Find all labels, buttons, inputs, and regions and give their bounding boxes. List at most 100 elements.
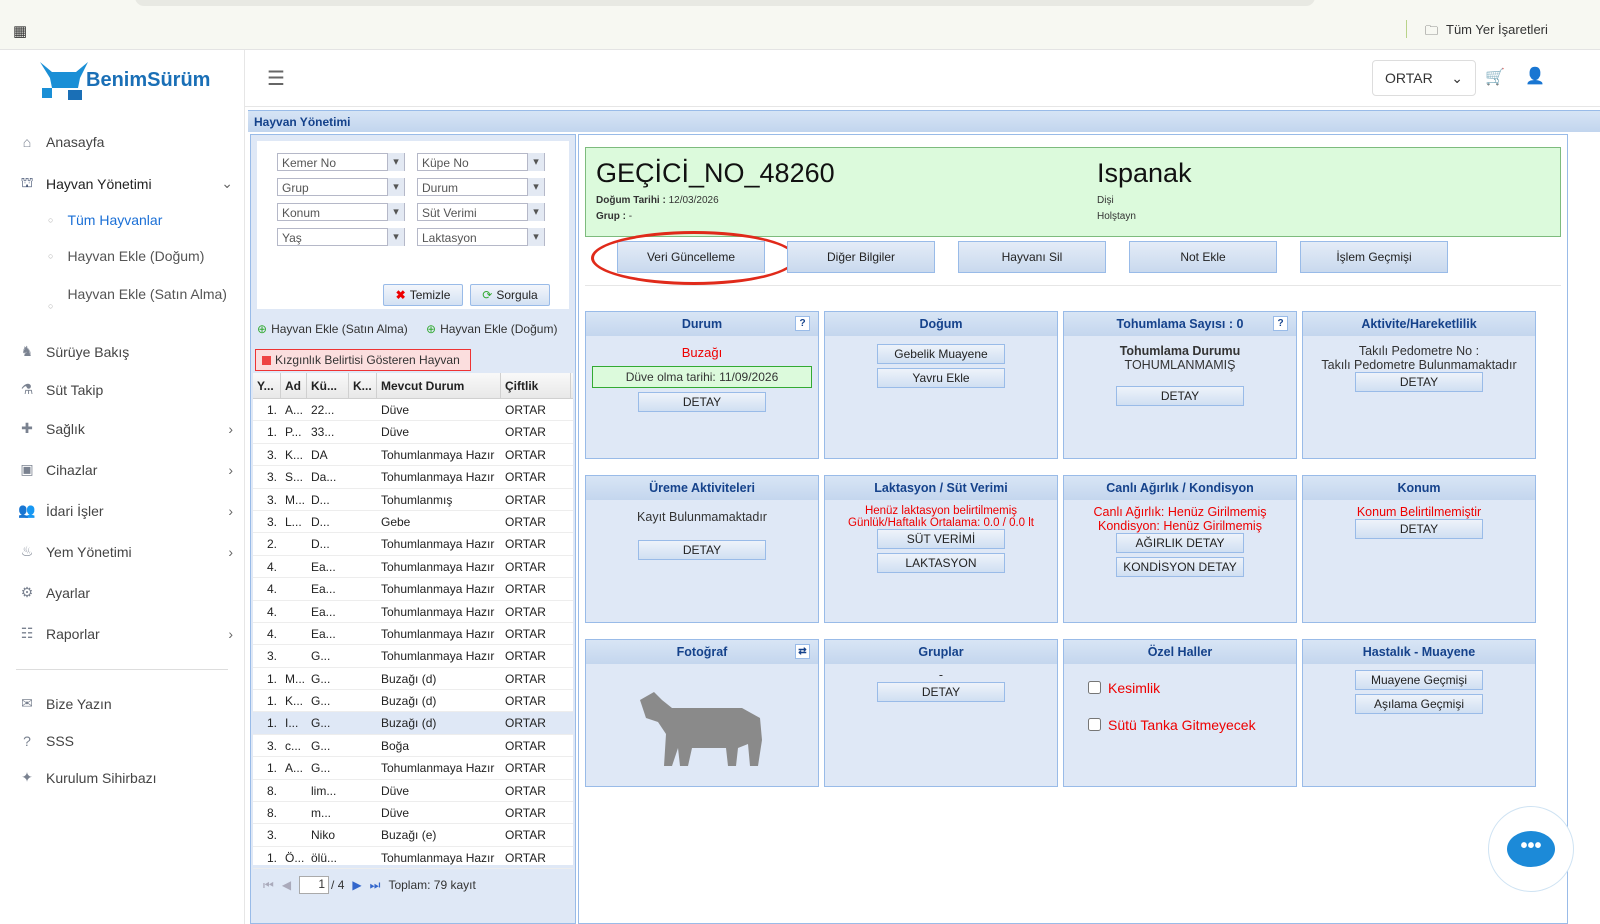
- prev-page-icon[interactable]: ◀: [282, 878, 291, 892]
- sut-verimi-button[interactable]: SÜT VERİMİ: [877, 529, 1005, 549]
- laktasyon-select[interactable]: Laktasyon: [417, 228, 545, 246]
- table-row[interactable]: 3. Niko Buzağı (e) ORTAR: [253, 824, 573, 847]
- yas-select[interactable]: Yaş: [277, 228, 405, 246]
- cart-icon[interactable]: 🛒: [1485, 67, 1505, 87]
- durum-select[interactable]: Durum: [417, 178, 545, 196]
- wand-icon: ✦: [21, 769, 33, 785]
- not-ekle-button[interactable]: Not Ekle: [1129, 241, 1277, 273]
- first-page-icon[interactable]: ⏮: [263, 878, 274, 893]
- table-row[interactable]: 3. K... DA Tohumlanmaya Hazır ORTAR: [253, 444, 573, 467]
- heat-animals-button[interactable]: Kızgınlık Belirtisi Gösteren Hayvan: [255, 349, 471, 371]
- col-header[interactable]: Kü...: [307, 373, 349, 398]
- col-header[interactable]: Çiftlik: [501, 373, 571, 398]
- apps-grid-icon[interactable]: ▦: [13, 22, 27, 40]
- table-row[interactable]: 4. Ea... Tohumlanmaya Hazır ORTAR: [253, 556, 573, 579]
- muayene-gecmisi-button[interactable]: Muayene Geçmişi: [1355, 670, 1483, 690]
- table-row[interactable]: 4. Ea... Tohumlanmaya Hazır ORTAR: [253, 601, 573, 623]
- nav-tum-hayvanlar[interactable]: ○ Tüm Hayvanlar: [48, 212, 228, 228]
- asilama-gecmisi-button[interactable]: Aşılama Geçmişi: [1355, 694, 1483, 714]
- table-row[interactable]: 3. c... G... Boğa ORTAR: [253, 735, 573, 758]
- table-row[interactable]: 3. M... D... Tohumlanmış ORTAR: [253, 489, 573, 511]
- user-icon[interactable]: 👤: [1525, 66, 1545, 86]
- kupe-no-select[interactable]: Küpe No: [417, 153, 545, 171]
- durum-detail-button[interactable]: DETAY: [638, 392, 766, 412]
- gruplar-detail-button[interactable]: DETAY: [877, 682, 1005, 702]
- nav-kurulum[interactable]: ✦ Kurulum Sihirbazı: [18, 769, 233, 786]
- table-row[interactable]: 3. G... Tohumlanmaya Hazır ORTAR: [253, 645, 573, 668]
- islem-gecmisi-button[interactable]: İşlem Geçmişi: [1300, 241, 1448, 273]
- table-cell: 3.: [266, 738, 277, 753]
- table-row[interactable]: 1. K... G... Buzağı (d) ORTAR: [253, 690, 573, 713]
- table-row[interactable]: 4. Ea... Tohumlanmaya Hazır ORTAR: [253, 623, 573, 646]
- ureme-detail-button[interactable]: DETAY: [638, 540, 766, 560]
- kondisyon-detail-button[interactable]: KONDİSYON DETAY: [1116, 557, 1244, 577]
- table-row[interactable]: 1. Ö... ölü... Tohumlanmaya Hazır ORTAR: [253, 847, 573, 870]
- table-cell: S...: [285, 470, 304, 485]
- hayvani-sil-button[interactable]: Hayvanı Sil: [958, 241, 1106, 273]
- hamburger-menu-icon[interactable]: ☰: [267, 66, 285, 91]
- nav-idari-isler[interactable]: 👥 İdari İşler ›: [18, 502, 233, 519]
- table-row[interactable]: 8. m... Düve ORTAR: [253, 802, 573, 825]
- laktasyon-button[interactable]: LAKTASYON: [877, 553, 1005, 573]
- bookmarks-button[interactable]: 🗀 Tüm Yer İşaretleri: [1425, 22, 1548, 44]
- farm-select[interactable]: ORTAR ⌄: [1372, 60, 1476, 96]
- sut-tanka-checkbox[interactable]: Sütü Tanka Gitmeyecek: [1084, 715, 1296, 734]
- add-purchase-button[interactable]: ⊕ Hayvan Ekle (Satın Alma): [257, 322, 408, 336]
- table-row[interactable]: 1. I... G... Buzağı (d) ORTAR: [253, 712, 573, 735]
- checkbox[interactable]: [1088, 718, 1101, 731]
- col-header[interactable]: Ad: [281, 373, 307, 398]
- next-page-icon[interactable]: ▶: [352, 878, 361, 892]
- nav-sss[interactable]: ? SSS: [18, 733, 233, 749]
- table-row[interactable]: 2. D... Tohumlanmaya Hazır ORTAR: [253, 533, 573, 556]
- url-bar[interactable]: [135, 0, 1315, 6]
- gebelik-muayene-button[interactable]: Gebelik Muayene: [877, 344, 1005, 364]
- help-icon[interactable]: ?: [795, 316, 810, 331]
- table-row[interactable]: 1. P... 33... Düve ORTAR: [253, 421, 573, 444]
- chat-button[interactable]: •••: [1488, 806, 1574, 892]
- nav-hayvan-ekle-satin[interactable]: ○ Hayvan Ekle (Satın Alma): [48, 284, 228, 316]
- nav-bize-yazin[interactable]: ✉ Bize Yazın: [18, 695, 233, 712]
- kemer-no-select[interactable]: Kemer No: [277, 153, 405, 171]
- nav-yem-yonetimi[interactable]: ♨ Yem Yönetimi ›: [18, 543, 233, 560]
- diger-bilgiler-button[interactable]: Diğer Bilgiler: [787, 241, 935, 273]
- tohumlama-detail-button[interactable]: DETAY: [1116, 386, 1244, 406]
- col-header[interactable]: K...: [349, 373, 377, 398]
- sut-verimi-select[interactable]: Süt Verimi: [417, 203, 545, 221]
- last-page-icon[interactable]: ⏭: [370, 878, 381, 893]
- table-row[interactable]: 4. Ea... Tohumlanmaya Hazır ORTAR: [253, 578, 573, 601]
- nav-sut-takip[interactable]: ⚗ Süt Takip: [18, 381, 233, 398]
- page-input[interactable]: 1: [299, 876, 330, 894]
- konum-select[interactable]: Konum: [277, 203, 405, 221]
- checkbox[interactable]: [1088, 681, 1101, 694]
- nav-cihazlar[interactable]: ▣ Cihazlar ›: [18, 461, 233, 478]
- col-header[interactable]: Y...: [253, 373, 281, 398]
- divider: [1406, 20, 1407, 38]
- clear-button[interactable]: ✖ Temizle: [383, 284, 463, 306]
- nav-hayvan-ekle-dogum[interactable]: ○ Hayvan Ekle (Doğum): [48, 248, 228, 264]
- table-cell: 4.: [266, 582, 277, 597]
- table-row[interactable]: 3. S... Da... Tohumlanmaya Hazır ORTAR: [253, 466, 573, 489]
- table-row[interactable]: 3. L... D... Gebe ORTAR: [253, 511, 573, 534]
- kesimlik-checkbox[interactable]: Kesimlik: [1084, 678, 1296, 697]
- table-row[interactable]: 8. lim... Düve ORTAR: [253, 780, 573, 803]
- help-icon[interactable]: ?: [1273, 316, 1288, 331]
- table-row[interactable]: 1. A... G... Tohumlanmaya Hazır ORTAR: [253, 757, 573, 780]
- grup-select[interactable]: Grup: [277, 178, 405, 196]
- konum-detail-button[interactable]: DETAY: [1355, 519, 1483, 539]
- nav-anasayfa[interactable]: ⌂ Anasayfa: [18, 134, 233, 150]
- table-row[interactable]: 1. M... G... Buzağı (d) ORTAR: [253, 668, 573, 691]
- col-header[interactable]: Mevcut Durum: [377, 373, 501, 398]
- add-birth-button[interactable]: ⊕ Hayvan Ekle (Doğum): [426, 322, 557, 336]
- brand-logo[interactable]: BenimSürüm: [38, 58, 210, 102]
- yavru-ekle-button[interactable]: Yavru Ekle: [877, 368, 1005, 388]
- table-row[interactable]: 1. A... 22... Düve ORTAR: [253, 399, 573, 422]
- nav-ayarlar[interactable]: ⚙ Ayarlar: [18, 584, 233, 601]
- nav-suruye-bakis[interactable]: ♞ Sürüye Bakış: [18, 343, 233, 360]
- nav-saglik[interactable]: ✚ Sağlık ›: [18, 420, 233, 437]
- nav-raporlar[interactable]: ☷ Raporlar ›: [18, 625, 233, 642]
- nav-hayvan-yonetimi[interactable]: ⛫ Hayvan Yönetimi ⌄: [18, 174, 233, 193]
- query-button[interactable]: ⟳ Sorgula: [470, 284, 550, 306]
- refresh-icon[interactable]: ⇄: [795, 644, 810, 659]
- aktivite-detail-button[interactable]: DETAY: [1355, 372, 1483, 392]
- agirlik-detail-button[interactable]: AĞIRLIK DETAY: [1116, 533, 1244, 553]
